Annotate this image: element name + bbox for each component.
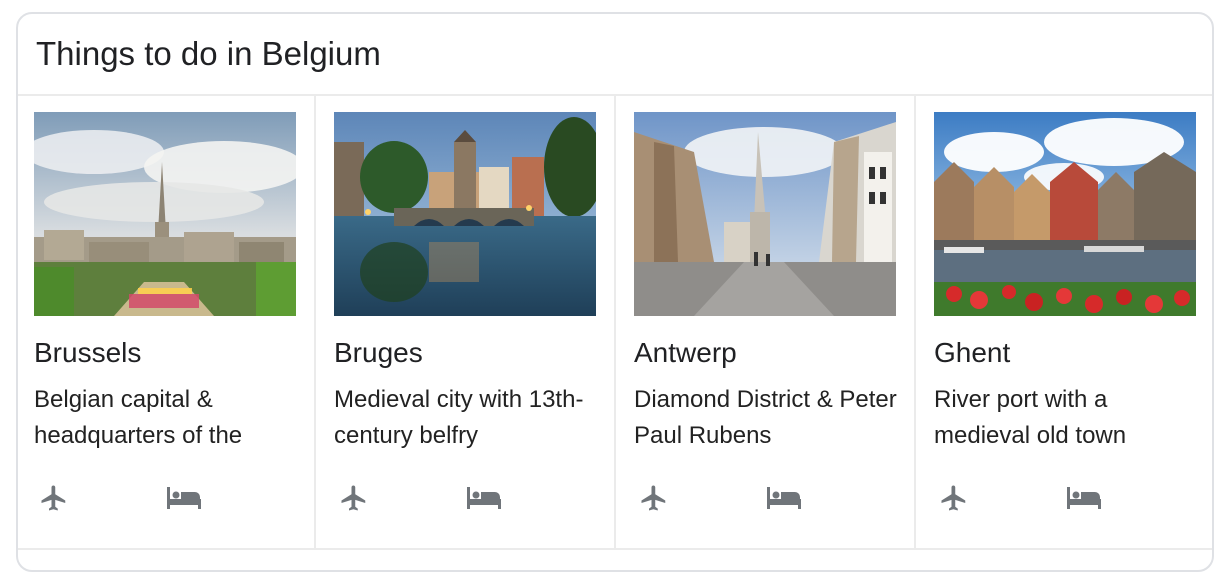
destination-name: Brussels: [34, 337, 142, 368]
bruges-photo[interactable]: [334, 112, 596, 316]
panel-title: Things to do in Belgium: [36, 35, 381, 72]
flight-icon: [641, 485, 666, 511]
hotels-button[interactable]: [764, 480, 804, 516]
destination-description: Medieval city with 13th-century belfry: [334, 386, 584, 449]
flights-button[interactable]: [934, 480, 974, 516]
flight-icon: [41, 485, 66, 511]
destination-name: Antwerp: [634, 337, 737, 368]
destination-description: River port with a medieval old town: [934, 386, 1127, 449]
hotels-button[interactable]: [1064, 480, 1104, 516]
hotel-icon: [1067, 487, 1101, 509]
flight-icon: [941, 485, 966, 511]
destination-card-bruges[interactable]: Bruges Medieval city with 13th-century b…: [318, 96, 616, 548]
hotel-icon: [467, 487, 501, 509]
destination-card-antwerp[interactable]: Antwerp Diamond District & Peter Paul Ru…: [618, 96, 916, 548]
bottom-divider: [18, 548, 1212, 550]
hotel-icon: [767, 487, 801, 509]
destination-cards: Brussels Belgian capital & headquarters …: [18, 96, 1212, 548]
ghent-photo[interactable]: [934, 112, 1196, 316]
destination-name: Bruges: [334, 337, 423, 368]
flights-button[interactable]: [634, 480, 674, 516]
brussels-photo[interactable]: [34, 112, 296, 316]
destination-name: Ghent: [934, 337, 1011, 368]
hotels-button[interactable]: [164, 480, 204, 516]
hotels-button[interactable]: [464, 480, 504, 516]
flights-button[interactable]: [334, 480, 374, 516]
destination-description: Belgian capital & headquarters of the: [34, 386, 243, 449]
destination-card-brussels[interactable]: Brussels Belgian capital & headquarters …: [18, 96, 316, 548]
flights-button[interactable]: [34, 480, 74, 516]
hotel-icon: [167, 487, 201, 509]
destination-card-ghent[interactable]: Ghent River port with a medieval old tow…: [918, 96, 1212, 548]
antwerp-photo[interactable]: [634, 112, 896, 316]
destination-description: Diamond District & Peter Paul Rubens: [634, 386, 897, 449]
things-to-do-panel: Things to do in Belgium Brussels Belgian…: [16, 12, 1214, 572]
flight-icon: [341, 485, 366, 511]
